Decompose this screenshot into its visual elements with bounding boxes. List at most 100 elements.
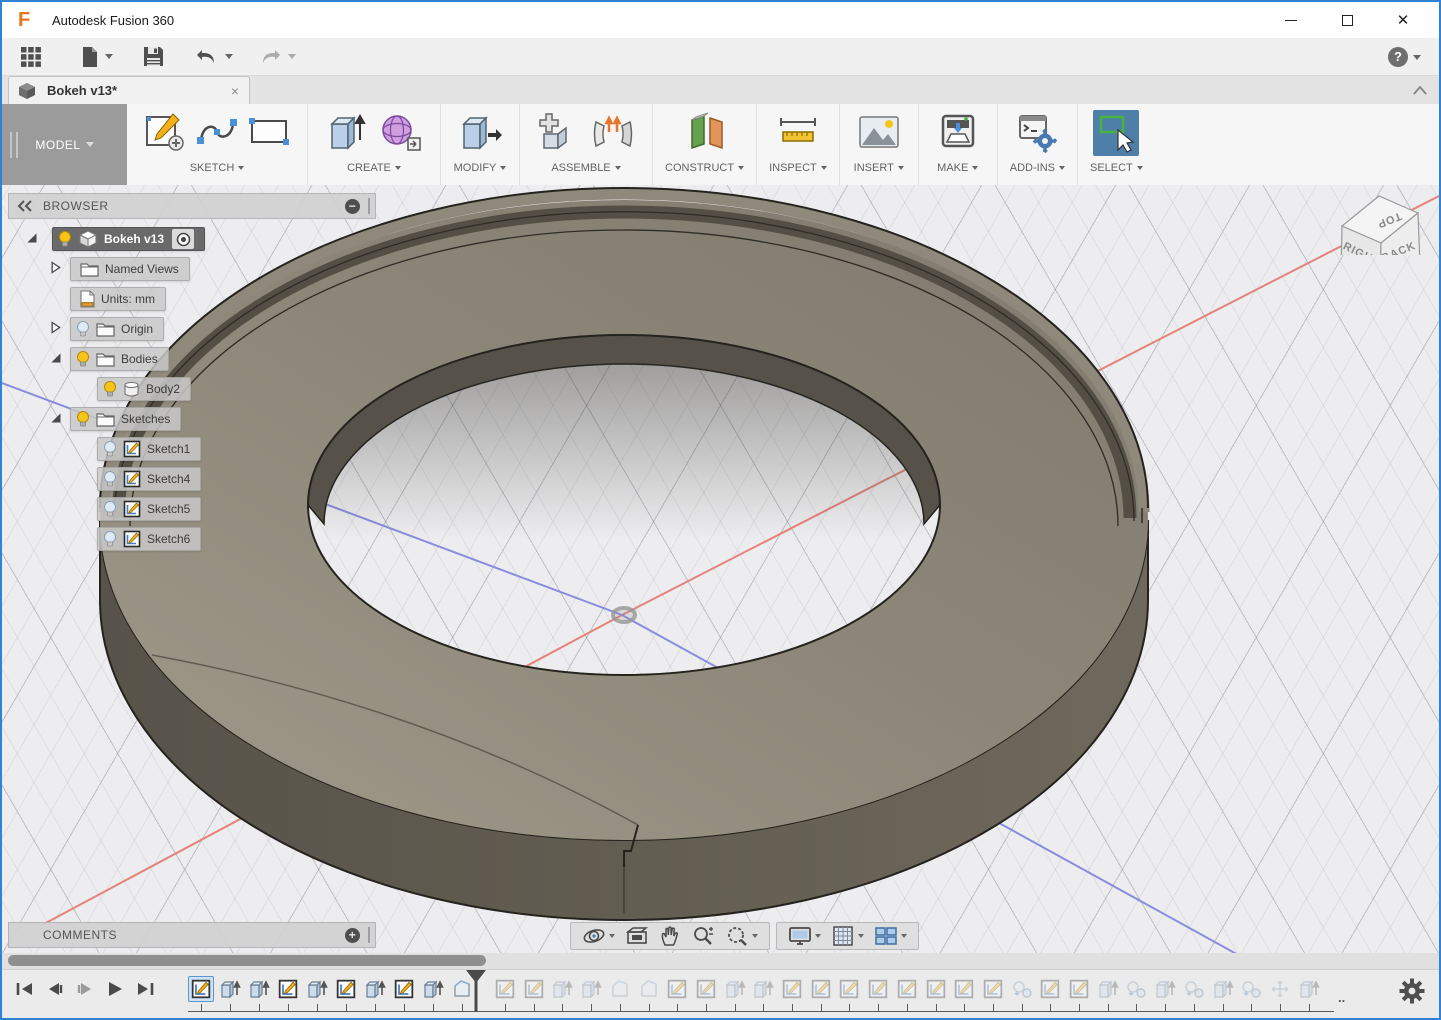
browser-row-sketch5[interactable]: Sketch5 [2, 497, 202, 521]
play-button[interactable] [100, 976, 130, 1002]
timeline-feature-sketch[interactable] [333, 976, 359, 1002]
pan-button[interactable] [654, 922, 686, 950]
timeline-feature-project[interactable] [1009, 976, 1035, 1002]
timeline-feature-sketch[interactable] [664, 976, 690, 1002]
orbit-button[interactable] [577, 922, 620, 950]
timeline-feature-extrude[interactable] [304, 976, 330, 1002]
timeline-feature-sketch[interactable] [980, 976, 1006, 1002]
ribbon-group-label[interactable]: MAKE [937, 162, 979, 174]
timeline-feature-chamfer[interactable] [607, 976, 633, 1002]
timeline-feature-extrude[interactable] [217, 976, 243, 1002]
file-menu-button[interactable] [76, 43, 117, 71]
timeline-feature-project[interactable] [1238, 976, 1264, 1002]
bulb-off-icon[interactable] [75, 320, 91, 338]
timeline-feature-extrude[interactable] [362, 976, 388, 1002]
step-forward-button[interactable] [70, 976, 100, 1002]
view-cube[interactable]: TOP RIGHT BACK [1330, 185, 1439, 255]
timeline-feature-sketch[interactable] [1066, 976, 1092, 1002]
bulb-on-icon[interactable] [57, 230, 73, 248]
spline-icon[interactable] [195, 110, 239, 154]
timeline-feature-extrude[interactable] [246, 976, 272, 1002]
timeline-feature-extrude[interactable] [420, 976, 446, 1002]
scripts-addins-icon[interactable] [1014, 110, 1060, 154]
step-back-button[interactable] [40, 976, 70, 1002]
construction-planes-icon[interactable] [682, 110, 728, 154]
bulb-off-icon[interactable] [102, 500, 118, 518]
ribbon-group-label[interactable]: ADD-INS [1010, 162, 1065, 174]
help-button[interactable]: ? [1388, 38, 1421, 76]
ribbon-group-label[interactable]: CREATE [347, 162, 401, 174]
zoom-button[interactable] [686, 922, 720, 950]
timeline-feature-project[interactable] [1181, 976, 1207, 1002]
undo-button[interactable] [190, 44, 237, 70]
ribbon-group-label[interactable]: SELECT [1090, 162, 1143, 174]
expander-closed-icon[interactable] [48, 260, 63, 275]
document-tab[interactable]: Bokeh v13* × [8, 76, 250, 104]
scrollbar-thumb[interactable] [8, 955, 486, 966]
display-settings-button[interactable] [783, 922, 826, 950]
activate-component-radio-icon[interactable] [176, 232, 191, 247]
timeline-feature-sketch[interactable] [188, 976, 214, 1002]
maximize-button[interactable] [1319, 2, 1375, 38]
ribbon-group-label[interactable]: INSERT [854, 162, 904, 174]
browser-row-origin[interactable]: Origin [2, 317, 165, 341]
timeline-feature-sketch[interactable] [779, 976, 805, 1002]
ribbon-group-label[interactable]: MODIFY [454, 162, 507, 174]
collapse-ribbon-icon[interactable] [1413, 82, 1427, 98]
timeline-feature-sketch[interactable] [521, 976, 547, 1002]
ribbon-group-label[interactable]: INSPECT [769, 162, 827, 174]
remove-panel-icon[interactable]: − [345, 198, 360, 214]
bulb-on-icon[interactable] [75, 350, 91, 368]
press-pull-icon[interactable] [457, 110, 503, 154]
save-button[interactable] [139, 43, 168, 70]
bulb-off-icon[interactable] [102, 530, 118, 548]
timeline-feature-move[interactable] [1267, 976, 1293, 1002]
browser-row-sketches[interactable]: Sketches [2, 407, 182, 431]
tab-close-icon[interactable]: × [231, 83, 239, 99]
timeline-feature-project[interactable] [1123, 976, 1149, 1002]
ribbon-group-label[interactable]: CONSTRUCT [665, 162, 745, 174]
bulb-on-icon[interactable] [102, 380, 118, 398]
insert-image-icon[interactable] [856, 110, 902, 154]
go-to-start-button[interactable] [10, 976, 40, 1002]
redo-button[interactable] [253, 44, 300, 70]
panel-grip-icon[interactable] [368, 927, 371, 943]
zoom-window-button[interactable] [720, 922, 763, 950]
expander-open-icon[interactable] [24, 230, 39, 245]
workspace-switcher[interactable]: MODEL [2, 104, 127, 185]
timeline-feature-sketch[interactable] [1037, 976, 1063, 1002]
timeline-feature-sketch[interactable] [951, 976, 977, 1002]
browser-row-body2[interactable]: Body2 [2, 377, 192, 401]
rectangle-icon[interactable] [247, 110, 291, 154]
create-sketch-icon[interactable] [143, 110, 187, 154]
timeline-feature-sketch[interactable] [391, 976, 417, 1002]
close-button[interactable]: ✕ [1375, 2, 1431, 38]
timeline-feature-extrude[interactable] [1210, 976, 1236, 1002]
timeline-feature-sketch[interactable] [923, 976, 949, 1002]
timeline-feature-extrude[interactable] [1152, 976, 1178, 1002]
browser-row-bokeh-v13[interactable]: Bokeh v13 [2, 227, 206, 251]
timeline-feature-extrude[interactable] [722, 976, 748, 1002]
go-to-end-button[interactable] [130, 976, 160, 1002]
browser-row-sketch1[interactable]: Sketch1 [2, 437, 202, 461]
collapse-panel-icon[interactable] [17, 200, 33, 212]
model-viewport[interactable]: TOP RIGHT BACK BROWSER − Bokeh v13 Named … [2, 185, 1439, 1018]
timeline-feature-sketch[interactable] [808, 976, 834, 1002]
browser-row-named-views[interactable]: Named Views [2, 257, 190, 281]
ribbon-group-label[interactable]: SKETCH [190, 162, 245, 174]
browser-row-bodies[interactable]: Bodies [2, 347, 169, 371]
browser-row-units-mm[interactable]: Units: mm [2, 287, 166, 311]
timeline-feature-sketch[interactable] [894, 976, 920, 1002]
bulb-off-icon[interactable] [102, 440, 118, 458]
browser-row-sketch4[interactable]: Sketch4 [2, 467, 202, 491]
grid-and-snaps-button[interactable] [826, 922, 869, 950]
timeline-feature-sketch[interactable] [836, 976, 862, 1002]
3d-print-icon[interactable] [935, 110, 981, 154]
new-body-extrude-icon[interactable] [324, 110, 370, 154]
select-cursor-icon[interactable] [1093, 110, 1140, 156]
minimize-button[interactable] [1263, 2, 1319, 38]
timeline-feature-extrude[interactable] [1296, 976, 1322, 1002]
timeline-feature-sketch[interactable] [492, 976, 518, 1002]
viewports-button[interactable] [869, 922, 912, 950]
app-grid-button[interactable] [16, 43, 46, 71]
